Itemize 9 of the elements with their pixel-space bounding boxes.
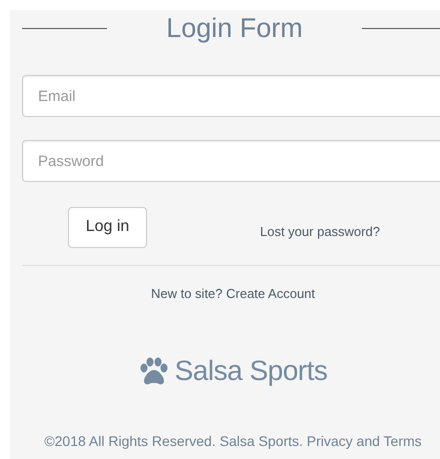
form-title: Login Form — [165, 14, 304, 42]
password-field[interactable]: Password — [22, 140, 440, 182]
lost-password-link[interactable]: Lost your password? — [260, 222, 380, 242]
copyright-text: ©2018 All Rights Reserved. Salsa Sports. Privacy and Terms — [43, 432, 423, 451]
paw-icon — [138, 356, 169, 384]
email-field[interactable]: Email — [22, 75, 440, 117]
login-button[interactable]: Log in — [68, 206, 147, 248]
brand-name: Salsa Sports — [174, 354, 328, 388]
signup-text: New to site? Create Account — [150, 285, 316, 303]
